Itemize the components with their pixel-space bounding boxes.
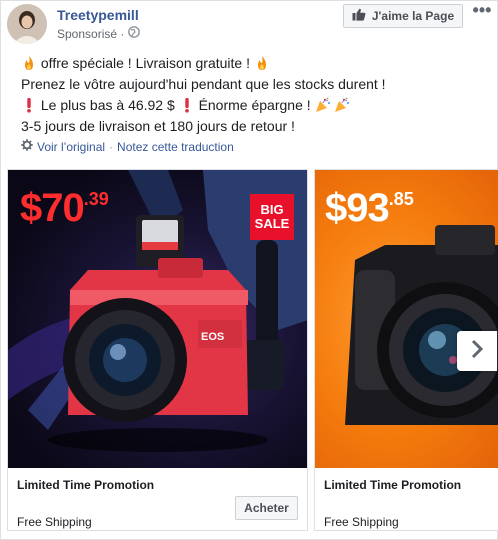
page-name-link[interactable]: Treetypemill: [57, 7, 139, 23]
fire-icon: [254, 55, 270, 71]
buy-button[interactable]: Acheter: [235, 496, 298, 520]
price-main-1: $70: [20, 186, 85, 230]
price-tag-2: $93.85: [325, 186, 414, 231]
rate-translation-link[interactable]: Notez cette traduction: [117, 140, 234, 154]
globe-icon: [128, 26, 141, 41]
post-line-4: 3-5 jours de livraison et 180 jours de r…: [21, 118, 295, 134]
post-message: offre spéciale ! Livraison gratuite ! Pr…: [21, 53, 491, 137]
chevron-right-icon: [470, 339, 484, 364]
badge-line-2: SALE: [254, 216, 290, 231]
price-tag-1: $70.39: [20, 186, 109, 231]
post-line-3-price: Le plus bas à 46.92 $: [40, 97, 175, 113]
camera-brand-label: EOS: [201, 331, 224, 343]
see-original-link[interactable]: Voir l’original: [37, 140, 105, 154]
thumbs-up-icon: [352, 8, 366, 24]
separator: ·: [109, 139, 114, 154]
exclamation-icon: [21, 97, 37, 113]
badge-line-1: BIG: [260, 202, 284, 217]
card-title-1[interactable]: Limited Time Promotion: [17, 478, 154, 492]
card-subtitle-2: Free Shipping: [324, 515, 399, 529]
party-popper-icon: [315, 97, 331, 113]
card-title-2[interactable]: Limited Time Promotion: [324, 478, 461, 492]
fire-icon: [21, 55, 37, 71]
product-image-2[interactable]: $93.85: [315, 170, 498, 468]
exclamation-icon: [179, 97, 195, 113]
post-line-3-savings: Énorme épargne !: [198, 97, 311, 113]
party-popper-icon: [334, 97, 350, 113]
sponsored-post: Treetypemill Sponsorisé · J'aime la Page…: [0, 0, 498, 540]
carousel-next-button[interactable]: [457, 331, 497, 371]
like-page-button[interactable]: J'aime la Page: [343, 4, 463, 28]
price-cents-2: .85: [388, 189, 414, 209]
sponsored-label[interactable]: Sponsorisé ·: [57, 27, 124, 41]
more-options-button[interactable]: •••: [469, 1, 495, 23]
price-cents-1: .39: [83, 189, 109, 209]
product-image-1[interactable]: EOS $70.39 BIG SALE: [8, 170, 307, 468]
price-main-2: $93: [325, 186, 390, 230]
post-line-2: Prenez le vôtre aujourd'hui pendant que …: [21, 76, 386, 92]
sponsored-row: Sponsorisé ·: [57, 26, 141, 41]
card-subtitle-1: Free Shipping: [17, 515, 92, 529]
carousel-card-1[interactable]: EOS $70.39 BIG SALE Limited Time Promoti…: [7, 169, 308, 531]
big-sale-badge: BIG SALE: [250, 194, 294, 240]
post-line-1: offre spéciale ! Livraison gratuite !: [40, 55, 250, 71]
page-avatar[interactable]: [7, 4, 47, 44]
like-page-label: J'aime la Page: [371, 9, 455, 23]
translation-row: Voir l’original · Notez cette traduction: [21, 139, 234, 154]
gear-icon[interactable]: [21, 139, 33, 154]
